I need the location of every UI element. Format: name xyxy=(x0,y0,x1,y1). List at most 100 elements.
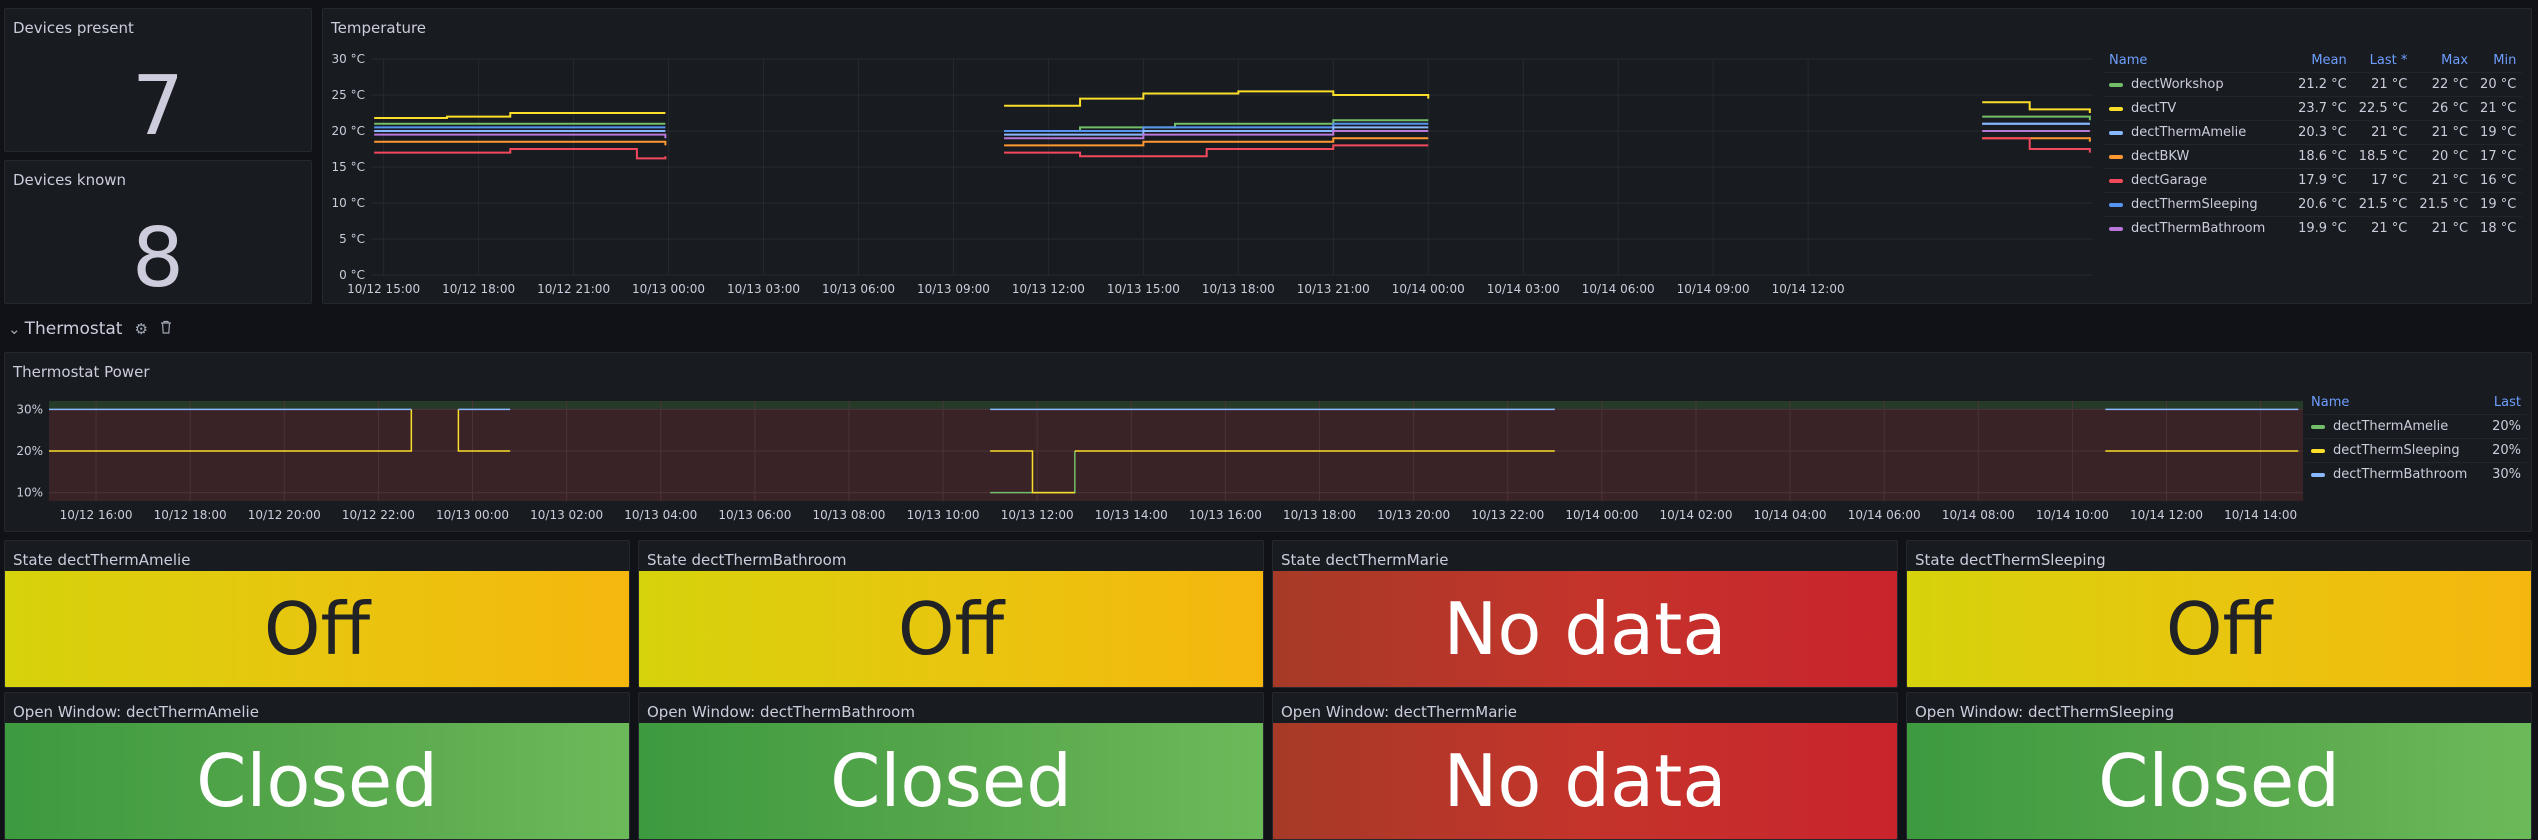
gear-icon[interactable]: ⚙ xyxy=(134,320,147,338)
x-tick-label: 10/13 16:00 xyxy=(1189,508,1262,522)
legend-row-dectGarage[interactable]: dectGarage 17.9 °C 17 °C 21 °C 16 °C xyxy=(2103,168,2523,193)
legend-header-min[interactable]: Min xyxy=(2474,51,2522,73)
thermostat-row-header[interactable]: ⌄ Thermostat ⚙ xyxy=(8,316,172,342)
legend-name[interactable]: dectThermSleeping xyxy=(2131,197,2258,212)
x-tick-label: 10/13 12:00 xyxy=(1012,282,1085,296)
series-swatch xyxy=(2109,106,2123,111)
x-tick-label: 10/13 12:00 xyxy=(1001,508,1074,522)
state-value: Off xyxy=(5,571,629,687)
legend-header-max[interactable]: Max xyxy=(2413,51,2474,73)
x-tick-label: 10/14 12:00 xyxy=(2130,508,2203,522)
state-value: Off xyxy=(639,571,1263,687)
legend-min: 20 °C xyxy=(2474,72,2523,97)
legend-row-dectThermSleeping[interactable]: dectThermSleeping 20% xyxy=(2305,438,2527,463)
series-swatch xyxy=(2109,154,2123,159)
legend-header-mean[interactable]: Mean xyxy=(2271,51,2352,73)
legend-name[interactable]: dectThermAmelie xyxy=(2131,125,2246,140)
x-tick-label: 10/14 06:00 xyxy=(1848,508,1921,522)
legend-header-last[interactable]: Last * xyxy=(2353,51,2414,73)
series-line-dectTV[interactable] xyxy=(374,112,666,120)
legend-name[interactable]: dectThermSleeping xyxy=(2333,443,2460,458)
x-tick-label: 10/13 20:00 xyxy=(1377,508,1450,522)
legend-last: 17 °C xyxy=(2352,168,2414,193)
series-line-dectTV[interactable] xyxy=(1982,101,2091,113)
y-tick-label: 20% xyxy=(16,444,43,458)
devices-present-panel: Devices present 7 xyxy=(4,8,312,152)
legend-row-dectTV[interactable]: dectTV 23.7 °C 22.5 °C 26 °C 21 °C xyxy=(2103,96,2523,121)
legend-header-name[interactable]: Name xyxy=(2103,51,2271,73)
x-tick-label: 10/13 22:00 xyxy=(1471,508,1544,522)
x-tick-label: 10/14 08:00 xyxy=(1942,508,2015,522)
legend-max: 21.5 °C xyxy=(2413,192,2475,217)
series-line-dectGarage[interactable] xyxy=(1982,137,2091,153)
legend-name[interactable]: dectBKW xyxy=(2131,149,2189,164)
series-swatch xyxy=(2109,130,2123,135)
legend-row-dectWorkshop[interactable]: dectWorkshop 21.2 °C 21 °C 22 °C 20 °C xyxy=(2103,72,2523,97)
legend-name[interactable]: dectGarage xyxy=(2131,173,2207,188)
legend-row-dectBKW[interactable]: dectBKW 18.6 °C 18.5 °C 20 °C 17 °C xyxy=(2103,144,2523,169)
legend-name[interactable]: dectThermBathroom xyxy=(2131,221,2265,236)
series-swatch xyxy=(2109,202,2123,207)
legend-header-last[interactable]: Last xyxy=(2484,393,2527,415)
legend-row-dectThermAmelie[interactable]: dectThermAmelie 20.3 °C 21 °C 21 °C 19 °C xyxy=(2103,120,2523,145)
window-value: Closed xyxy=(639,723,1263,839)
state-panel-0: State dectThermAmelie Off xyxy=(4,540,630,688)
legend-last: 21.5 °C xyxy=(2352,192,2414,217)
window-panel-3: Open Window: dectThermSleeping Closed xyxy=(1906,692,2532,840)
legend-row-dectThermBathroom[interactable]: dectThermBathroom 19.9 °C 21 °C 21 °C 18 °C xyxy=(2103,216,2523,240)
x-tick-label: 10/12 15:00 xyxy=(347,282,420,296)
x-tick-label: 10/14 04:00 xyxy=(1754,508,1827,522)
legend-min: 17 °C xyxy=(2474,144,2523,169)
series-swatch xyxy=(2311,448,2325,453)
legend-mean: 20.3 °C xyxy=(2271,120,2353,145)
legend-name[interactable]: dectWorkshop xyxy=(2131,77,2224,92)
panel-title: State dectThermBathroom xyxy=(647,551,847,569)
x-tick-label: 10/12 21:00 xyxy=(537,282,610,296)
x-tick-label: 10/13 02:00 xyxy=(530,508,603,522)
temperature-chart[interactable]: 0 °C 5 °C 10 °C 15 °C 20 °C 25 °C 30 °C 10/12 1… xyxy=(323,9,2103,304)
series-line-dectWorkshop[interactable] xyxy=(1004,119,1429,132)
state-panel-3: State dectThermSleeping Off xyxy=(1906,540,2532,688)
window-panel-0: Open Window: dectThermAmelie Closed xyxy=(4,692,630,840)
series-line-dectGarage[interactable] xyxy=(374,148,667,160)
series-line-dectGarage[interactable] xyxy=(1004,144,1429,158)
x-tick-label: 10/14 03:00 xyxy=(1487,282,1560,296)
legend-min: 21 °C xyxy=(2474,96,2523,121)
legend-max: 26 °C xyxy=(2413,96,2475,121)
legend-max: 21 °C xyxy=(2413,216,2475,240)
legend-name[interactable]: dectThermAmelie xyxy=(2333,419,2448,434)
series-line-dectTV[interactable] xyxy=(1004,90,1430,107)
x-tick-label: 10/13 18:00 xyxy=(1283,508,1356,522)
legend-last: 22.5 °C xyxy=(2352,96,2414,121)
series-line-dectThermBathroom[interactable] xyxy=(374,133,667,139)
x-tick-label: 10/12 18:00 xyxy=(442,282,515,296)
series-line-dectWorkshop[interactable] xyxy=(1982,115,2091,121)
x-tick-label: 10/14 00:00 xyxy=(1392,282,1465,296)
y-tick-label: 5 °C xyxy=(339,232,365,246)
legend-mean: 18.6 °C xyxy=(2271,144,2353,169)
row-title[interactable]: Thermostat xyxy=(25,319,123,339)
legend-name[interactable]: dectThermBathroom xyxy=(2333,467,2467,482)
legend-row-dectThermBathroom[interactable]: dectThermBathroom 30% xyxy=(2305,462,2527,486)
legend-mean: 17.9 °C xyxy=(2271,168,2353,193)
legend-last: 21 °C xyxy=(2352,216,2414,240)
legend-header-name[interactable]: Name xyxy=(2305,393,2484,415)
series-swatch xyxy=(2311,424,2325,429)
chevron-down-icon[interactable]: ⌄ xyxy=(8,320,21,338)
panel-title: State dectThermAmelie xyxy=(13,551,191,569)
panel-title: Open Window: dectThermBathroom xyxy=(647,703,915,721)
series-line-dectBKW[interactable] xyxy=(374,140,667,146)
panel-title: Open Window: dectThermAmelie xyxy=(13,703,259,721)
trash-icon[interactable] xyxy=(160,319,172,339)
legend-max: 20 °C xyxy=(2413,144,2475,169)
legend-mean: 23.7 °C xyxy=(2271,96,2353,121)
legend-max: 21 °C xyxy=(2413,120,2475,145)
legend-row-dectThermSleeping[interactable]: dectThermSleeping 20.6 °C 21.5 °C 21.5 °C 19… xyxy=(2103,192,2523,217)
legend-row-dectThermAmelie[interactable]: dectThermAmelie 20% xyxy=(2305,414,2527,439)
panel-title: Open Window: dectThermSleeping xyxy=(1915,703,2175,721)
panel-title: State dectThermMarie xyxy=(1281,551,1449,569)
thermostat-power-chart[interactable]: 10% 20% 30% 10/12 16:00 10/12 18:00 10/12 20:… xyxy=(5,353,2305,532)
legend-name[interactable]: dectTV xyxy=(2131,101,2176,116)
series-line-dectBKW[interactable] xyxy=(1004,137,1429,147)
window-value: No data xyxy=(1273,723,1897,839)
